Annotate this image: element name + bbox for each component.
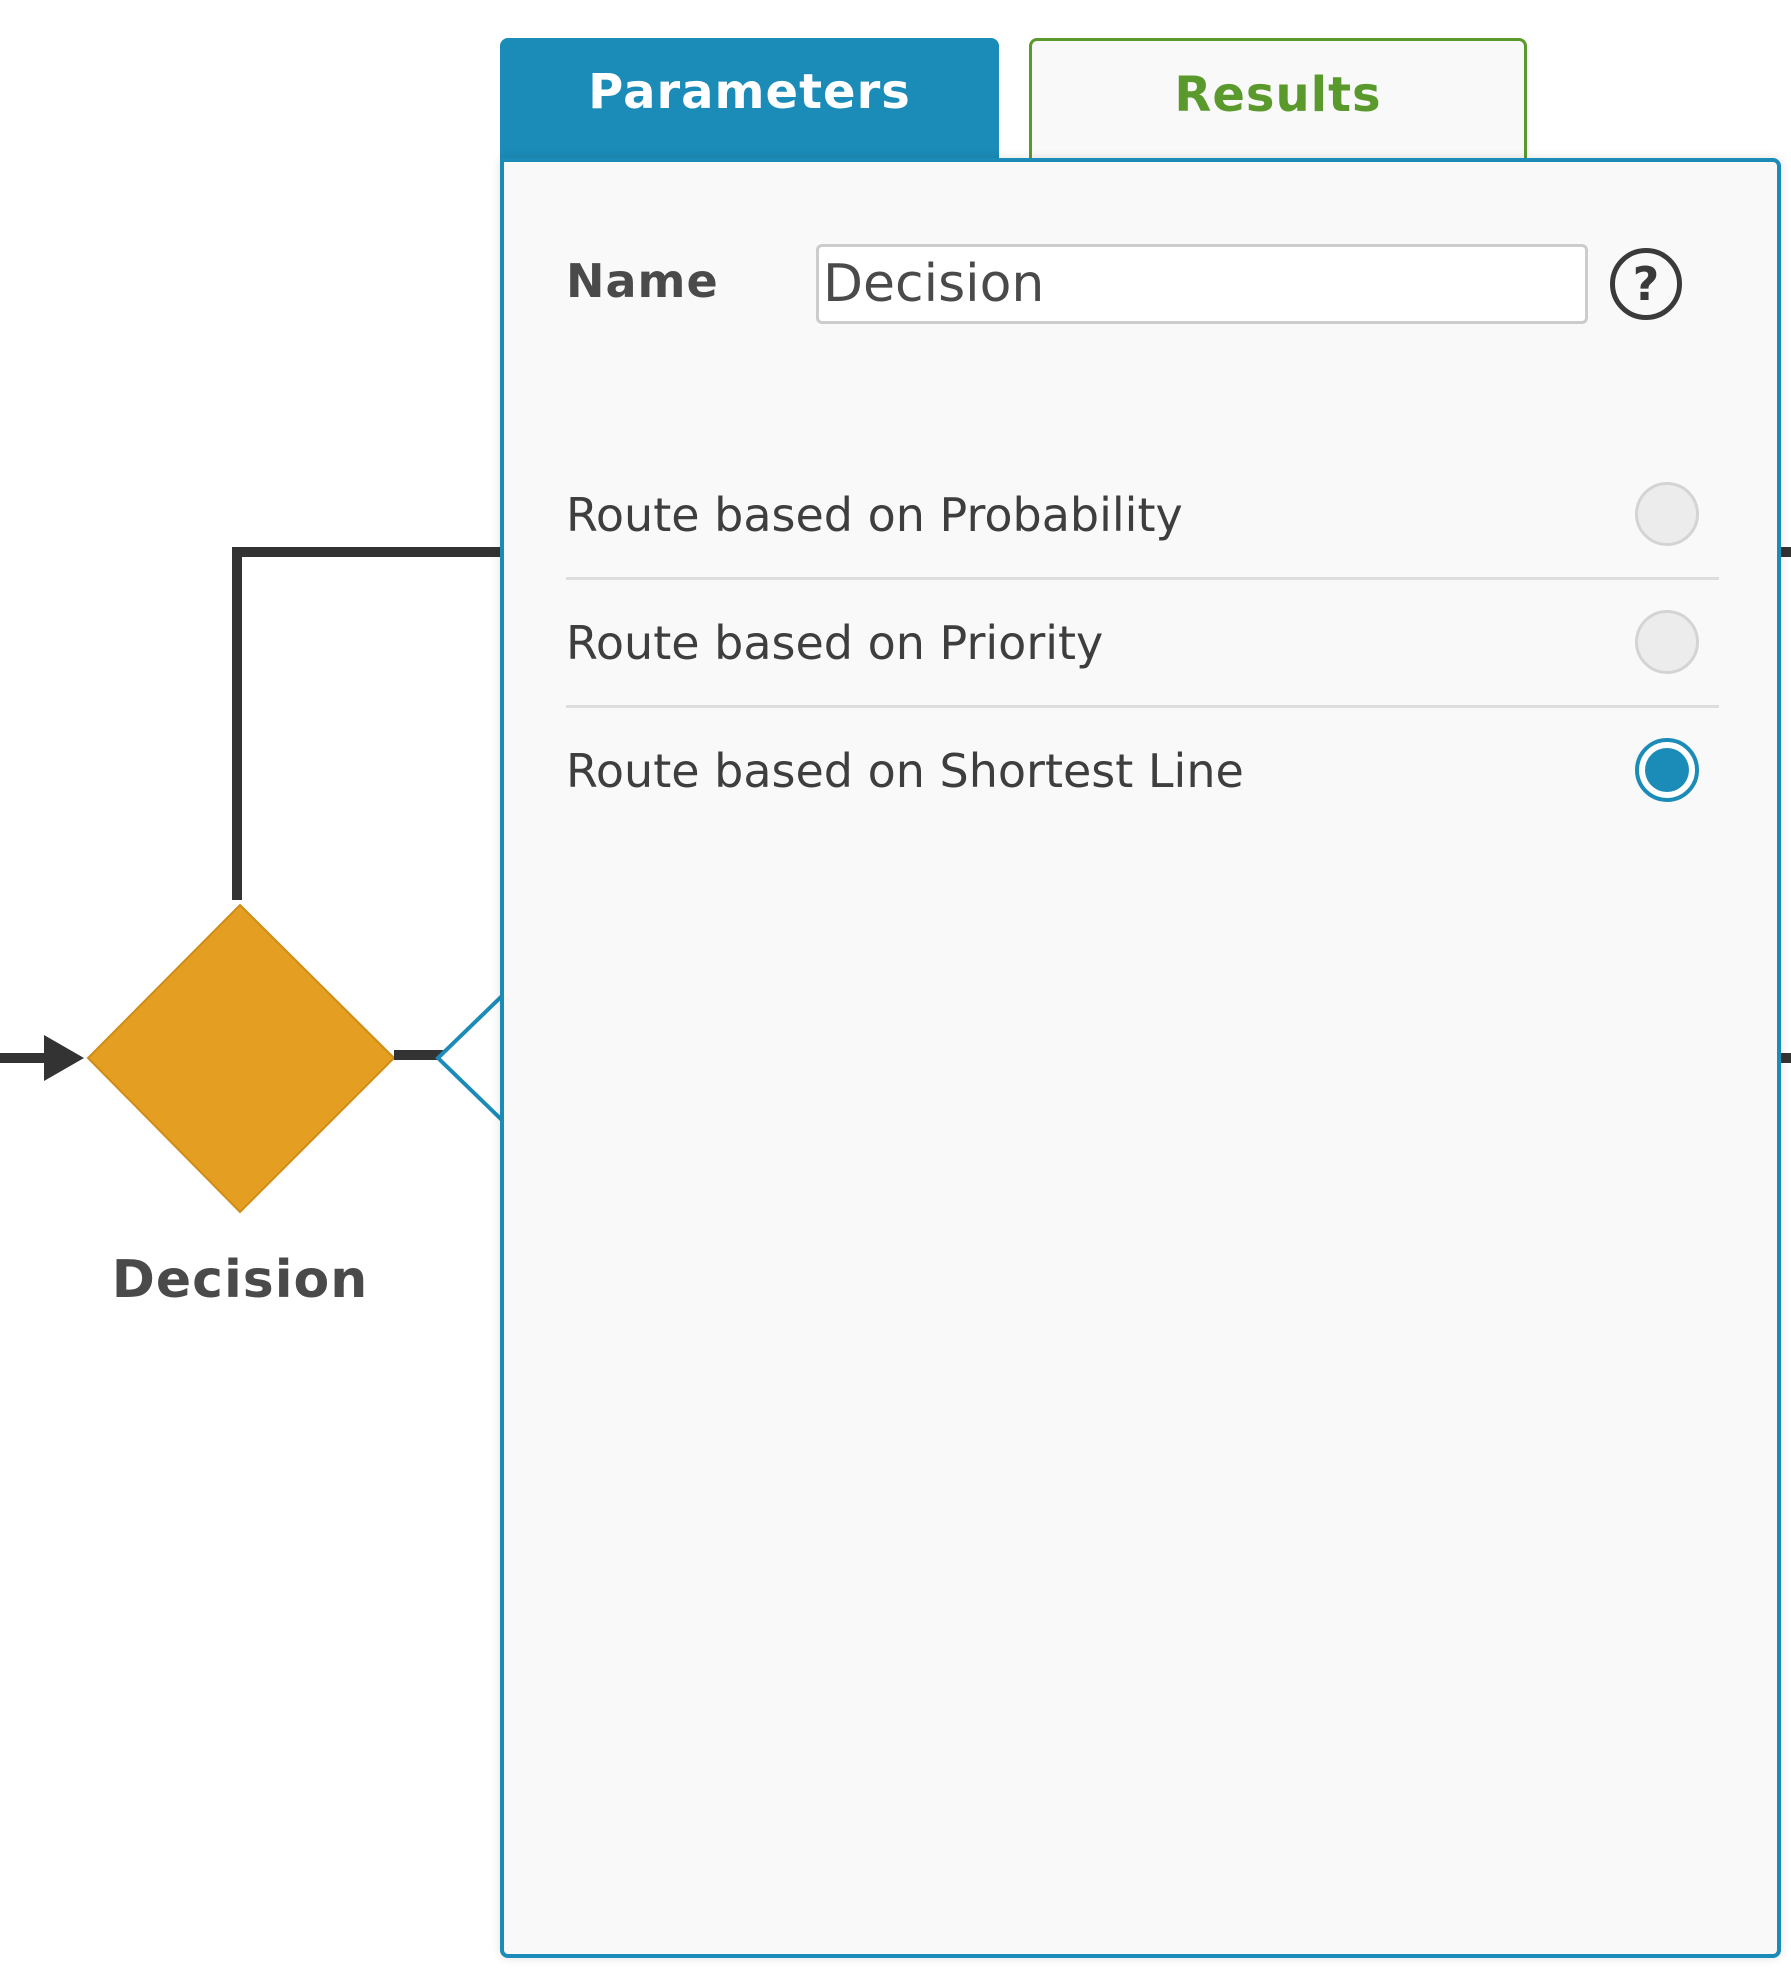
decision-node-label: Decision [111, 1250, 369, 1310]
option-route-shortest-line[interactable]: Route based on Shortest Line [566, 708, 1719, 836]
radio-route-shortest-line[interactable] [1635, 738, 1699, 802]
process-canvas: Decision Parameters Results Name ? Route… [0, 0, 1791, 1970]
parameters-panel: Name ? Route based on Probability Route … [500, 158, 1781, 1958]
name-label: Name [566, 254, 719, 308]
decision-node[interactable] [86, 903, 396, 1214]
radio-route-priority[interactable] [1635, 610, 1699, 674]
help-icon[interactable]: ? [1610, 248, 1682, 320]
option-route-probability[interactable]: Route based on Probability [566, 452, 1719, 580]
tab-parameters[interactable]: Parameters [500, 38, 999, 162]
option-label: Route based on Probability [566, 488, 1183, 542]
option-route-priority[interactable]: Route based on Priority [566, 580, 1719, 708]
route-connector-top [232, 547, 520, 900]
routing-options-list: Route based on Probability Route based o… [566, 452, 1719, 836]
name-input[interactable] [816, 244, 1588, 324]
tab-results[interactable]: Results [1029, 38, 1527, 158]
popover-pointer [435, 989, 506, 1127]
radio-route-probability[interactable] [1635, 482, 1699, 546]
option-label: Route based on Shortest Line [566, 744, 1244, 798]
arrowhead-icon [44, 1035, 84, 1081]
option-label: Route based on Priority [566, 616, 1104, 670]
